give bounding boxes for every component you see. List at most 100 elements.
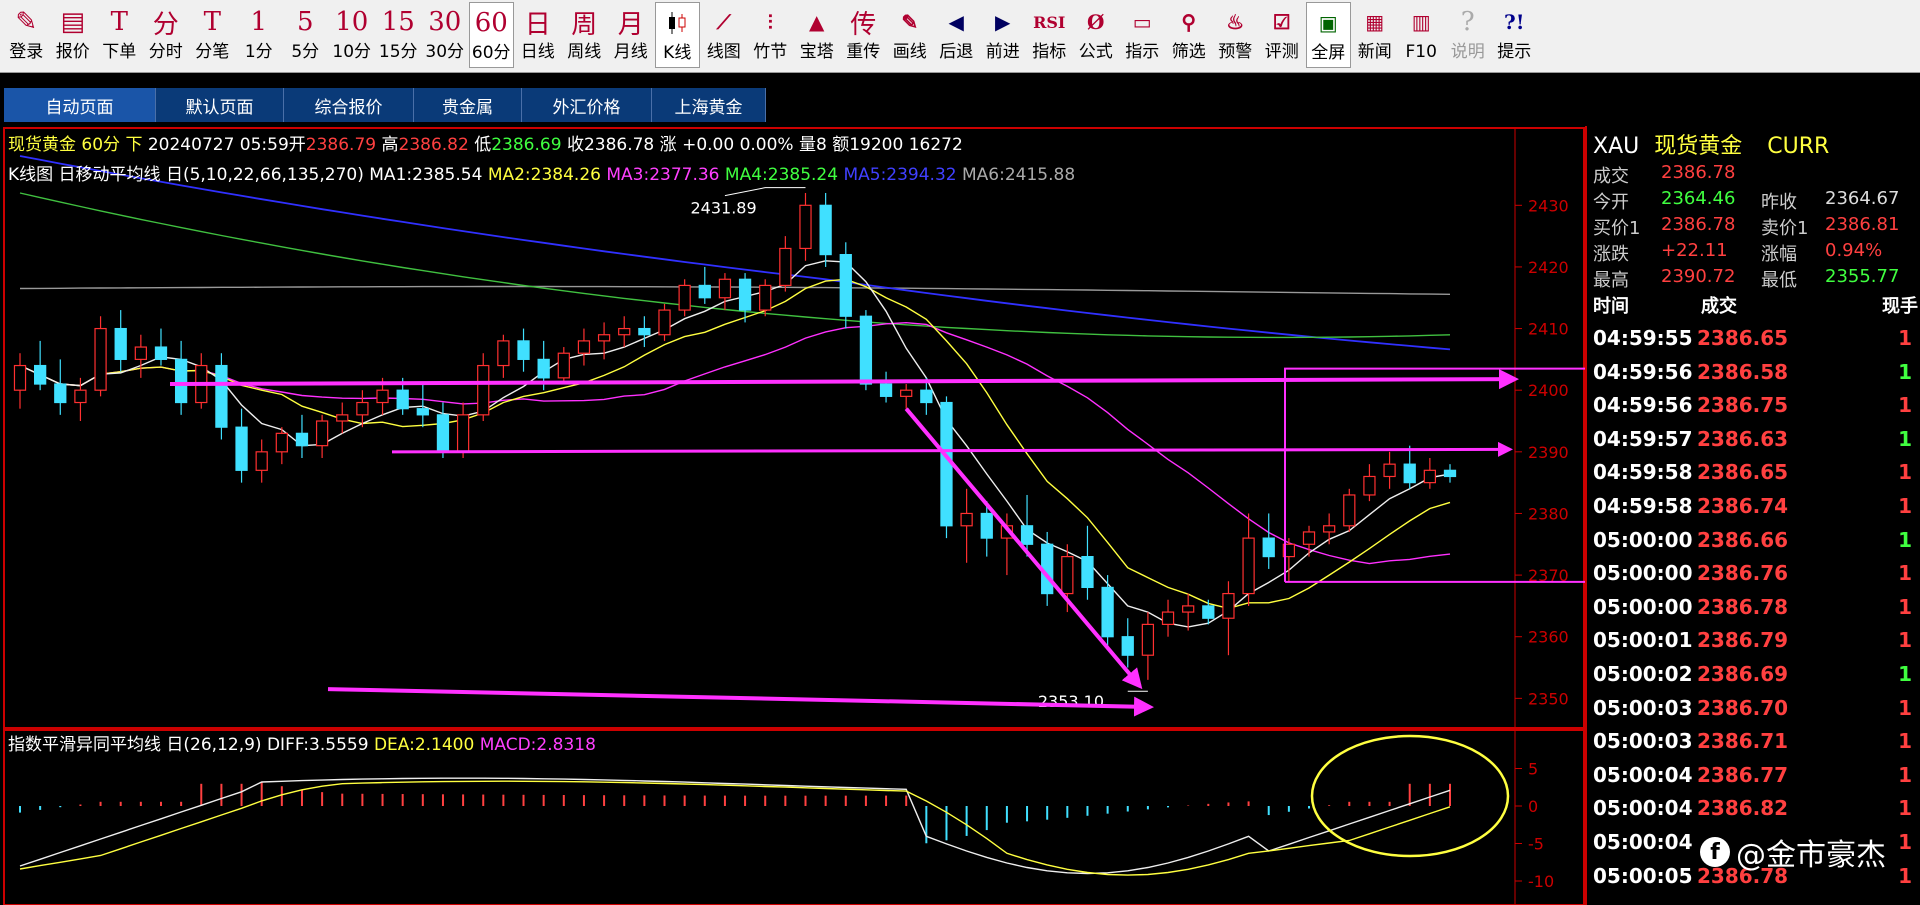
instrument-name: 现货黄金 60分 下 — [8, 135, 143, 155]
toolbar-button-13[interactable]: 月月线 — [609, 2, 654, 68]
tick-row: 04:59:58 2386.65 1 — [1587, 460, 1920, 494]
tick-volume: 1 — [1898, 393, 1912, 418]
toolbar-button-6[interactable]: 5 5分 — [283, 2, 328, 68]
kline-chart[interactable]: 23502360237023802390240024102420243050-5… — [0, 126, 1585, 905]
toolbar-label: 30分 — [425, 42, 465, 62]
toolbar-button-24[interactable]: ▭ 指示 — [1120, 2, 1165, 68]
tick-volume: 1 — [1898, 695, 1912, 720]
toolbar-button-7[interactable]: 10 10分 — [330, 2, 375, 68]
toolbar-button-25[interactable]: ⚲ 筛选 — [1167, 2, 1212, 68]
candle-body — [1061, 555, 1074, 595]
toolbar-button-10[interactable]: 60 60分 — [469, 2, 514, 68]
candle-body — [1182, 605, 1195, 613]
ma-legend-prefix: K线图 日移动平均线 日(5,10,22,66,135,270) — [8, 165, 364, 185]
toolbar-button-5[interactable]: 1 1分 — [237, 2, 282, 68]
order-icon: T — [110, 7, 128, 37]
toolbar-button-15[interactable]: ⟋ 线图 — [702, 2, 747, 68]
toolbar-label: 宝塔 — [799, 42, 834, 62]
stat-value: 2386.81 — [1825, 214, 1900, 235]
toolbar-button-1[interactable]: ▤ 报价 — [51, 2, 96, 68]
tick-price: 2386.65 — [1697, 460, 1789, 485]
ma3-value: MA3:2377.36 — [606, 165, 720, 185]
tab-5[interactable]: 上海黄金 — [652, 88, 766, 122]
candle-body — [154, 346, 168, 360]
tab-1[interactable]: 默认页面 — [156, 88, 284, 122]
toolbar-button-30[interactable]: ▥ F10 — [1399, 2, 1444, 68]
toolbar-label: 评测 — [1264, 42, 1299, 62]
tab-3[interactable]: 贵金属 — [414, 88, 522, 122]
macd-diff-value: DIFF:3.5559 — [266, 735, 369, 755]
toolbar-button-28[interactable]: ▣ 全屏 — [1306, 2, 1351, 68]
toolbar-button-0[interactable]: ✎ 登录 — [4, 2, 49, 68]
toolbar-button-3[interactable]: 分分时 — [144, 2, 189, 68]
tick-volume: 1 — [1898, 460, 1912, 485]
tick-time: 05:00:01 — [1593, 628, 1693, 653]
tick-time: 05:00:03 — [1593, 695, 1693, 720]
toolbar-button-19[interactable]: ✎ 画线 — [888, 2, 933, 68]
toolbar-button-32[interactable]: ?! 提示 — [1492, 2, 1537, 68]
candle-body — [980, 512, 993, 539]
candle-body — [396, 389, 409, 410]
toolbar-button-23[interactable]: Ø 公式 — [1074, 2, 1119, 68]
text-icon: 60 — [474, 8, 508, 38]
toolbar-button-17[interactable]: ▲ 宝塔 — [795, 2, 840, 68]
toolbar-button-22[interactable]: RSI 指标 — [1027, 2, 1072, 68]
tick-row: 05:00:03 2386.71 1 — [1587, 729, 1920, 763]
toolbar-button-29[interactable]: ▦ 新闻 — [1353, 2, 1398, 68]
help-icon: ? — [1460, 7, 1475, 37]
volume-value: 8 — [816, 135, 827, 155]
toolbar-button-12[interactable]: 周周线 — [562, 2, 607, 68]
panel-header: XAU 现货黄金 CURR — [1593, 128, 1829, 159]
toolbar-button-11[interactable]: 日日线 — [516, 2, 561, 68]
tick-volume: 1 — [1898, 527, 1912, 552]
tick-time: 05:00:00 — [1593, 594, 1693, 619]
stat-value: 2390.72 — [1661, 266, 1736, 287]
ticks-header: 时间 成交 现手 — [1593, 292, 1918, 318]
toolbar-button-31[interactable]: ? 说明 — [1446, 2, 1491, 68]
toolbar-button-14[interactable]: K线 — [655, 2, 700, 68]
tick-time: 05:00:04 — [1593, 830, 1693, 854]
tick-price: 2386.66 — [1697, 527, 1789, 552]
macd-diff-line — [19, 777, 1451, 875]
candle-body — [1443, 469, 1457, 478]
candle-body — [759, 284, 772, 311]
tab-0[interactable]: 自动页面 — [4, 88, 156, 122]
toolbar-button-8[interactable]: 15 15分 — [376, 2, 421, 68]
ma2-value: MA2:2384.26 — [487, 165, 601, 185]
ticks-header-vol: 现手 — [1882, 296, 1918, 317]
candle-body — [879, 383, 893, 397]
toolbar: ✎ 登录 ▤ 报价 T 下单分分时 T 分笔 1 1分 5 5分 10 10分 15 15分 30 30分 60 60… — [0, 0, 1920, 73]
tick-volume: 1 — [1898, 796, 1912, 821]
candle-body — [74, 389, 87, 404]
toolbar-button-26[interactable]: ♨ 预警 — [1213, 2, 1258, 68]
tab-4[interactable]: 外汇价格 — [522, 88, 652, 122]
tick-row: 04:59:56 2386.75 1 — [1587, 393, 1920, 427]
stat-row: 涨跌 +22.11 涨幅 0.94% — [1593, 240, 1918, 266]
toolbar-button-18[interactable]: 传重传 — [841, 2, 886, 68]
indicator-icon: ▭ — [1132, 10, 1152, 34]
tick-volume: 1 — [1898, 628, 1912, 653]
candle-body — [255, 451, 268, 471]
tick-time: 04:59:55 — [1593, 326, 1693, 350]
ma1-value: MA1:2385.54 — [369, 165, 483, 185]
tab-2[interactable]: 综合报价 — [284, 88, 414, 122]
candle-body — [1363, 475, 1376, 496]
toolbar-button-4[interactable]: T 分笔 — [190, 2, 235, 68]
stat-row: 买价1 2386.78 卖价1 2386.81 — [1593, 214, 1918, 240]
toolbar-button-21[interactable]: ▶ 前进 — [981, 2, 1026, 68]
toolbar-button-9[interactable]: 30 30分 — [423, 2, 468, 68]
toolbar-label: 预警 — [1218, 42, 1253, 62]
candle-body — [638, 327, 651, 336]
toolbar-button-20[interactable]: ◀ 后退 — [934, 2, 979, 68]
tick-row: 04:59:58 2386.74 1 — [1587, 494, 1920, 528]
ma3-line — [19, 321, 1451, 565]
toolbar-button-27[interactable]: ☑ 评测 — [1260, 2, 1305, 68]
toolbar-button-2[interactable]: T 下单 — [97, 2, 142, 68]
y-tick-label: 2400 — [1528, 381, 1569, 400]
ticks-header-time: 时间 — [1593, 296, 1629, 317]
toolbar-button-16[interactable]: ⫶ 竹节 — [748, 2, 793, 68]
candle-body — [517, 340, 530, 360]
text-icon: 月 — [617, 9, 644, 40]
toolbar-label: 竹节 — [753, 42, 788, 62]
tick-row: 04:59:56 2386.58 1 — [1587, 360, 1920, 394]
